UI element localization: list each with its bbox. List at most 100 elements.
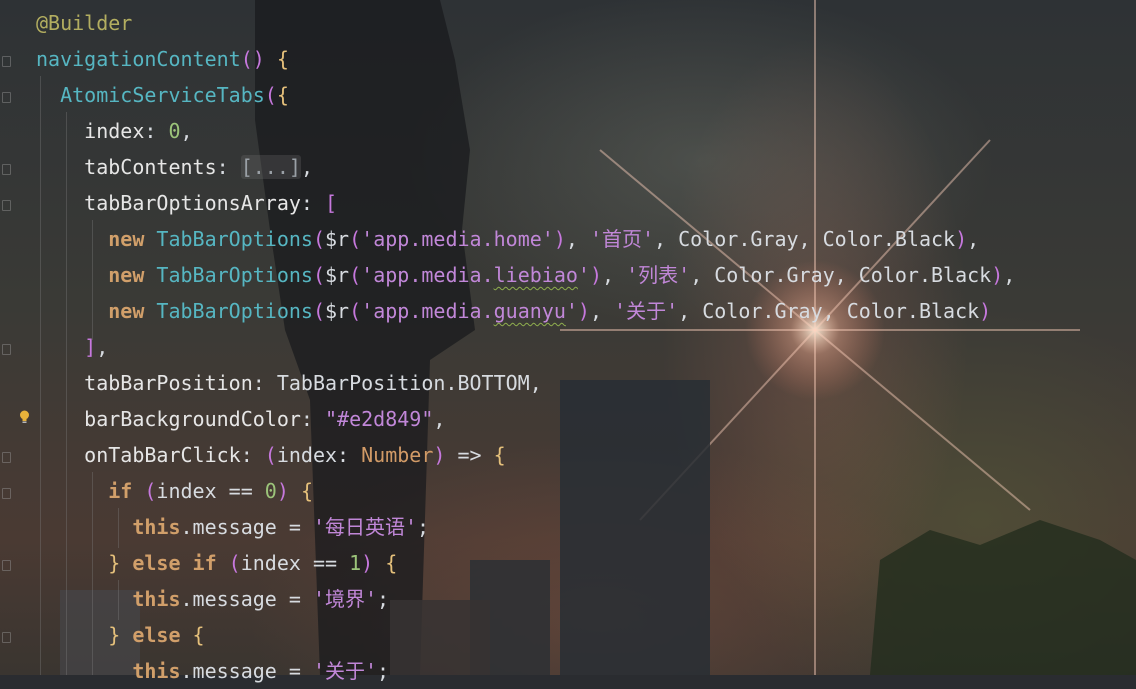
- code-token: ;: [377, 659, 390, 683]
- code-token: : TabBarPosition.BOTTOM,: [252, 371, 542, 395]
- code-token: guanyu: [493, 299, 566, 323]
- code-token: new: [36, 263, 157, 287]
- code-token: :: [300, 407, 325, 431]
- code-token: 0: [168, 119, 181, 143]
- code-token: '关于': [312, 659, 378, 683]
- code-token: {: [276, 47, 289, 71]
- code-line[interactable]: index: 0,: [36, 113, 193, 149]
- code-line[interactable]: if (index == 0) {: [36, 473, 313, 509]
- code-token: ,: [433, 407, 446, 431]
- code-line[interactable]: ],: [36, 329, 108, 365]
- code-token: if: [36, 479, 145, 503]
- code-token: liebiao: [493, 263, 578, 287]
- code-line[interactable]: barBackgroundColor: "#e2d849",: [36, 401, 445, 437]
- code-line[interactable]: new TabBarOptions($r('app.media.home'), …: [36, 221, 979, 257]
- code-token: {: [385, 551, 398, 575]
- code-token: onTabBarClick: [36, 443, 241, 467]
- code-token: 'app.media.: [361, 299, 494, 323]
- code-line[interactable]: navigationContent() {: [36, 41, 289, 77]
- code-token: else: [132, 623, 193, 647]
- code-token: , Color.Gray, Color.Black: [654, 227, 956, 251]
- code-token: "#e2d849": [325, 407, 434, 431]
- code-token: 0: [264, 479, 277, 503]
- code-token: (): [240, 47, 277, 71]
- code-token: this: [36, 515, 181, 539]
- code-token: [: [325, 191, 338, 215]
- code-token: ): [955, 227, 968, 251]
- code-token: tabBarPosition: [36, 371, 253, 395]
- code-token: ,: [1003, 263, 1016, 287]
- code-editor[interactable]: @Builder navigationContent() { AtomicServ…: [0, 0, 1136, 683]
- code-line[interactable]: onTabBarClick: (index: Number) => {: [36, 437, 506, 473]
- code-token: '列表': [626, 263, 691, 287]
- code-token: :: [240, 443, 265, 467]
- code-line[interactable]: } else if (index == 1) {: [36, 545, 397, 581]
- code-token: this: [36, 587, 181, 611]
- code-token: TabBarOptions: [156, 227, 313, 251]
- code-line[interactable]: AtomicServiceTabs({: [36, 77, 289, 113]
- code-token: {: [493, 443, 506, 467]
- code-token: :: [144, 119, 169, 143]
- code-token: .message =: [180, 659, 313, 683]
- code-token: {: [300, 479, 313, 503]
- code-line[interactable]: tabContents: [...],: [36, 149, 313, 185]
- code-token: new: [36, 299, 157, 323]
- code-token: ]: [36, 335, 97, 359]
- code-token: tabBarOptionsArray: [36, 191, 301, 215]
- code-token: $r: [325, 299, 350, 323]
- code-token: ': [565, 299, 578, 323]
- code-token: '境界': [312, 587, 378, 611]
- code-token: index ==: [240, 551, 350, 575]
- code-token: 1: [349, 551, 362, 575]
- code-token: ): [589, 263, 602, 287]
- code-token: Number: [361, 443, 434, 467]
- code-token: ,: [180, 119, 193, 143]
- code-token: (: [312, 227, 326, 251]
- code-token: navigationContent: [36, 47, 241, 71]
- code-token: (: [349, 299, 362, 323]
- code-line[interactable]: tabBarPosition: TabBarPosition.BOTTOM,: [36, 365, 542, 401]
- code-line[interactable]: new TabBarOptions($r('app.media.guanyu')…: [36, 293, 991, 329]
- code-line[interactable]: } else {: [36, 617, 205, 653]
- code-line[interactable]: new TabBarOptions($r('app.media.liebiao'…: [36, 257, 1015, 293]
- code-token: ): [553, 227, 566, 251]
- code-token: else if: [132, 551, 229, 575]
- code-line[interactable]: @Builder: [36, 5, 132, 41]
- code-token: barBackgroundColor: [36, 407, 301, 431]
- code-token: .message =: [180, 515, 313, 539]
- code-token: index ==: [156, 479, 265, 503]
- code-token: }: [36, 551, 133, 575]
- code-token: ,: [300, 155, 313, 179]
- code-token: TabBarOptions: [156, 263, 313, 287]
- code-token: ): [979, 299, 992, 323]
- code-token: ): [361, 551, 374, 575]
- code-token: ,: [602, 263, 627, 287]
- code-token: this: [36, 659, 181, 683]
- code-token: :: [300, 191, 325, 215]
- code-token: (: [264, 83, 277, 107]
- code-token: [...]: [240, 155, 301, 179]
- code-token: $r: [325, 227, 350, 251]
- code-line[interactable]: this.message = '境界';: [36, 581, 389, 617]
- code-token: (: [349, 263, 362, 287]
- code-line[interactable]: tabBarOptionsArray: [: [36, 185, 337, 221]
- code-token: ,: [96, 335, 109, 359]
- code-token: ;: [377, 587, 390, 611]
- code-token: '每日英语': [312, 515, 418, 539]
- code-token: ,: [589, 299, 615, 323]
- code-token: {: [276, 83, 289, 107]
- code-token: '关于': [614, 299, 679, 323]
- code-token: $r: [325, 263, 350, 287]
- code-token: tabContents: [36, 155, 217, 179]
- code-token: AtomicServiceTabs: [36, 83, 265, 107]
- code-token: 'app.media.: [361, 263, 494, 287]
- code-line[interactable]: this.message = '关于';: [36, 653, 389, 689]
- code-token: '首页': [589, 227, 655, 251]
- code-token: ): [577, 299, 590, 323]
- code-line[interactable]: this.message = '每日英语';: [36, 509, 429, 545]
- code-token: {: [192, 623, 205, 647]
- code-token: TabBarOptions: [156, 299, 313, 323]
- code-token: (: [349, 227, 362, 251]
